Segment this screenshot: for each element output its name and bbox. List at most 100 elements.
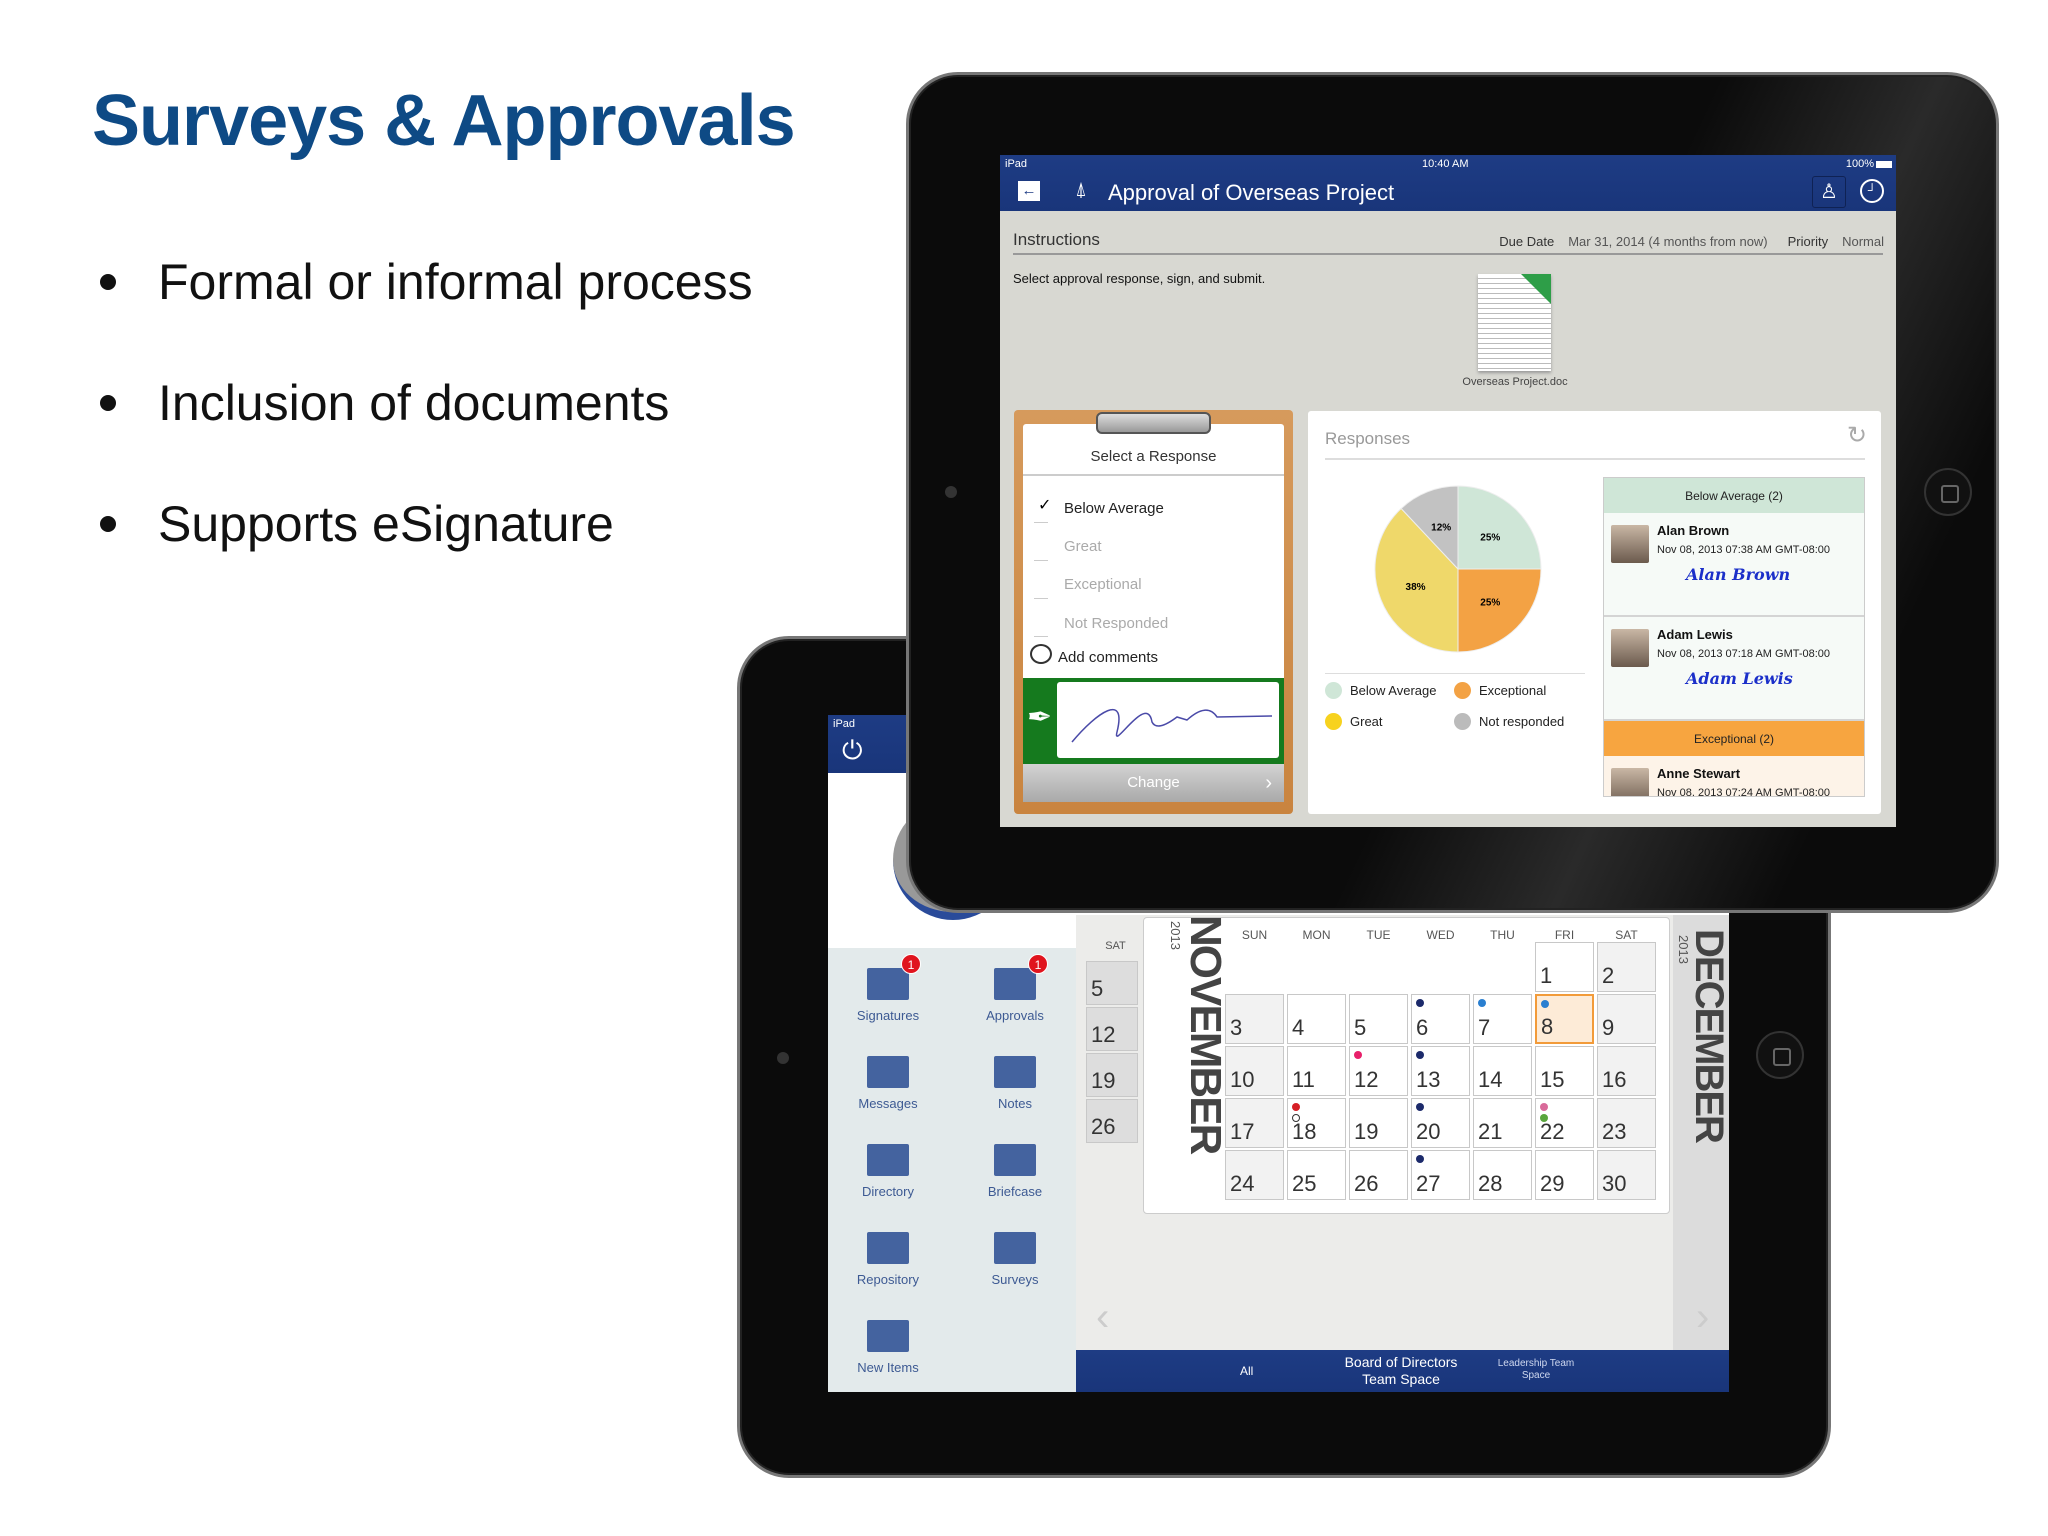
calendar-day[interactable]: 18 [1287, 1098, 1346, 1148]
user-icon[interactable]: ♙ [1812, 176, 1846, 208]
prev-month-day[interactable]: 19 [1086, 1053, 1138, 1097]
option-great[interactable]: Great [1064, 538, 1102, 555]
calendar-day[interactable]: 21 [1473, 1098, 1532, 1148]
camera [945, 486, 957, 498]
briefcase-icon [994, 1144, 1036, 1176]
sidebar-item-briefcase[interactable]: Briefcase [955, 1144, 1075, 1199]
sidebar-item-signatures[interactable]: 1 Signatures [828, 954, 948, 1023]
battery-icon [1876, 161, 1892, 168]
sidebar-item-messages[interactable]: Messages [828, 1056, 948, 1111]
calendar-day[interactable]: 23 [1597, 1098, 1656, 1148]
responses-title: Responses [1325, 429, 1411, 448]
calendar-day[interactable]: 29 [1535, 1150, 1594, 1200]
nav-bar: iPad 10:40 AM 100% ← ⍋ Approval of Overs… [1000, 155, 1896, 211]
pie-data-label: 12% [1431, 523, 1451, 534]
prev-month-day[interactable]: 5 [1086, 961, 1138, 1005]
option-below-average[interactable]: Below Average [1064, 500, 1164, 517]
prev-arrow-icon[interactable]: ‹ [1096, 1295, 1109, 1340]
calendar-day[interactable]: 7 [1473, 994, 1532, 1044]
clock-icon[interactable]: ┘ [1860, 179, 1884, 203]
calendar-day[interactable]: 13 [1411, 1046, 1470, 1096]
calendar-day[interactable]: 15 [1535, 1046, 1594, 1096]
calendar-day[interactable]: 11 [1287, 1046, 1346, 1096]
calendar-day[interactable]: 12 [1349, 1046, 1408, 1096]
responder-item[interactable]: Alan Brown Nov 08, 2013 07:38 AM GMT-08:0… [1604, 513, 1864, 617]
calendar-day[interactable]: 1 [1535, 942, 1594, 992]
approval-check-icon: 1 [994, 954, 1048, 1000]
new-items-icon [867, 1320, 909, 1352]
add-comments-button[interactable]: Add comments [1058, 649, 1158, 666]
tab-board-of-directors[interactable]: Board of Directors Team Space [1336, 1354, 1466, 1388]
weekday-label: TUE [1366, 928, 1391, 942]
calendar-day[interactable]: 16 [1597, 1046, 1656, 1096]
option-not-responded[interactable]: Not Responded [1064, 615, 1168, 632]
refresh-icon[interactable]: ↻ [1847, 421, 1867, 450]
responder-item[interactable]: Anne Stewart Nov 08, 2013 07:24 AM GMT-08… [1604, 756, 1864, 796]
event-dot [1416, 1051, 1424, 1059]
calendar-day[interactable]: 19 [1349, 1098, 1408, 1148]
next-arrow-icon[interactable]: › [1696, 1295, 1709, 1340]
calendar-day[interactable]: 5 [1349, 994, 1408, 1044]
legend-item: Not responded [1454, 713, 1564, 730]
power-icon[interactable]: ⏻ [842, 735, 863, 767]
home-button[interactable] [1756, 1031, 1804, 1079]
tab-leadership-team[interactable]: Leadership Team Space [1486, 1358, 1586, 1382]
responder-item[interactable]: Adam Lewis Nov 08, 2013 07:18 AM GMT-08:0… [1604, 617, 1864, 721]
calendar-day[interactable]: 28 [1473, 1150, 1532, 1200]
event-dot [1416, 999, 1424, 1007]
tab-all[interactable]: All [1240, 1364, 1253, 1378]
sidebar-item-surveys[interactable]: Surveys [955, 1232, 1075, 1287]
pen-icon: ✒ [1027, 701, 1053, 734]
bullet-item: Inclusion of documents [100, 374, 669, 432]
calendar-day[interactable]: 20 [1411, 1098, 1470, 1148]
event-dot [1292, 1114, 1300, 1122]
calendar-day[interactable]: 6 [1411, 994, 1470, 1044]
calendar-day[interactable]: 3 [1225, 994, 1284, 1044]
calendar-day[interactable]: 25 [1287, 1150, 1346, 1200]
prev-month-day[interactable]: 12 [1086, 1007, 1138, 1051]
status-device: iPad [833, 718, 856, 730]
prev-month-day[interactable]: 26 [1086, 1099, 1138, 1143]
sidebar-item-label: Signatures [856, 1008, 920, 1023]
legend-item: Great [1325, 713, 1383, 730]
calendar-day[interactable]: 24 [1225, 1150, 1284, 1200]
calendar-day[interactable]: 17 [1225, 1098, 1284, 1148]
messages-icon [867, 1056, 909, 1088]
responder-list[interactable]: Below Average (2) Alan Brown Nov 08, 2013… [1603, 477, 1865, 797]
calendar-day[interactable]: 4 [1287, 994, 1346, 1044]
legend-item: Exceptional [1454, 682, 1546, 699]
clip-icon [1096, 412, 1211, 434]
sidebar-item-label: Approvals [986, 1008, 1044, 1023]
sidebar-item-directory[interactable]: Directory [828, 1144, 948, 1199]
priority-label: Priority [1787, 234, 1829, 249]
sidebar-item-new-items[interactable]: New Items [828, 1320, 948, 1375]
document-name[interactable]: Overseas Project.doc [1450, 376, 1580, 388]
home-button[interactable] [1924, 468, 1972, 516]
weekday-label: THU [1490, 928, 1515, 942]
avatar [1611, 768, 1649, 796]
sidebar-item-approvals[interactable]: 1 Approvals [955, 954, 1075, 1023]
next-month-label[interactable]: DECEMBER [1686, 929, 1729, 1142]
calendar-day[interactable]: 27 [1411, 1150, 1470, 1200]
space-tabs: All Board of Directors Team Space Leader… [1076, 1350, 1729, 1392]
option-exceptional[interactable]: Exceptional [1064, 576, 1142, 593]
sidebar-item-label: Messages [858, 1096, 918, 1111]
change-signature-button[interactable]: Change › [1023, 764, 1284, 802]
signature-box[interactable]: ✒ [1023, 678, 1284, 764]
slide-title: Surveys & Approvals [92, 81, 796, 161]
pie-data-label: 25% [1480, 533, 1500, 544]
calendar-day[interactable]: 22 [1535, 1098, 1594, 1148]
calendar-day[interactable]: 30 [1597, 1150, 1656, 1200]
response-clipboard: Select a Response ✓ Below Average Great … [1014, 410, 1293, 814]
calendar-day[interactable]: 14 [1473, 1046, 1532, 1096]
calendar-day[interactable]: 9 [1597, 994, 1656, 1044]
camera [777, 1052, 789, 1064]
sidebar-item-notes[interactable]: Notes [955, 1056, 1075, 1111]
document-thumbnail[interactable] [1478, 274, 1551, 371]
calendar-day[interactable]: 2 [1597, 942, 1656, 992]
sidebar-item-repository[interactable]: Repository [828, 1232, 948, 1287]
calendar-day[interactable]: 10 [1225, 1046, 1284, 1096]
back-icon[interactable]: ← [1018, 181, 1040, 201]
calendar-day[interactable]: 26 [1349, 1150, 1408, 1200]
calendar-day[interactable]: 8 [1535, 994, 1594, 1044]
